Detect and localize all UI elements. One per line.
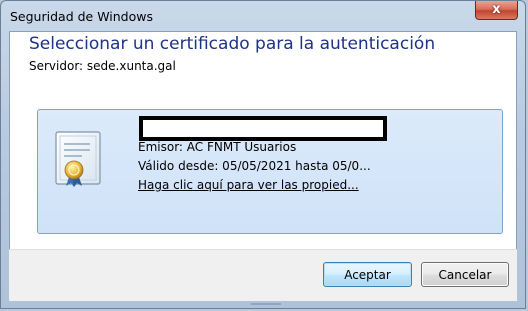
server-label: Servidor: sede.xunta.gal bbox=[29, 59, 176, 73]
accept-button[interactable]: Aceptar bbox=[323, 262, 412, 287]
certificate-properties-link[interactable]: Haga clic aquí para ver las propied... bbox=[138, 178, 359, 192]
certificate-tile[interactable]: Emisor: AC FNMT Usuarios Válido desde: 0… bbox=[37, 109, 503, 234]
certificate-icon bbox=[55, 131, 101, 187]
cancel-button[interactable]: Cancelar bbox=[421, 262, 509, 287]
security-dialog-window: Seguridad de Windows x Seleccionar un ce… bbox=[0, 0, 526, 309]
certificate-validity: Válido desde: 05/05/2021 hasta 05/0... bbox=[138, 159, 371, 173]
close-button[interactable]: x bbox=[475, 1, 518, 20]
title-bar[interactable]: Seguridad de Windows x bbox=[1, 1, 525, 31]
certificate-issuer: Emisor: AC FNMT Usuarios bbox=[138, 140, 297, 154]
close-icon: x bbox=[492, 2, 501, 17]
window-title: Seguridad de Windows bbox=[10, 9, 153, 24]
redacted-certificate-name bbox=[139, 116, 387, 141]
dialog-heading: Seleccionar un certificado para la auten… bbox=[29, 34, 436, 54]
window-bottom-edge bbox=[251, 303, 281, 305]
